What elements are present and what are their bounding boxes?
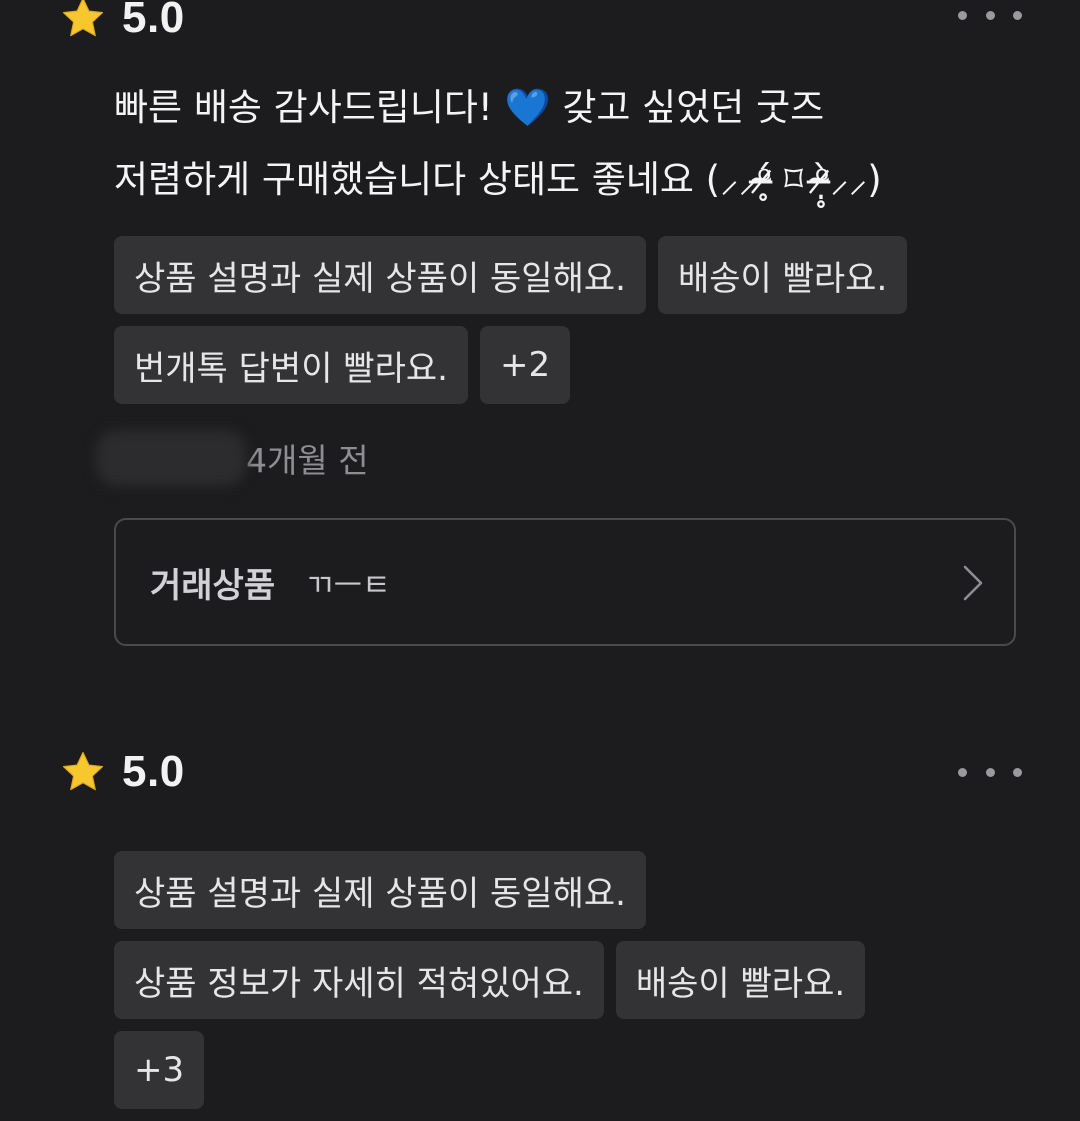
more-dots-icon (958, 767, 967, 777)
reviewer-name-blurred (96, 430, 246, 486)
more-dots-icon (958, 10, 967, 20)
review-tag: 상품 설명과 실제 상품이 동일해요. (114, 851, 646, 929)
more-options-button[interactable] (958, 0, 1022, 30)
chevron-right-icon (963, 565, 983, 601)
star-icon (62, 0, 104, 37)
review-tag: 번개톡 답변이 빨라요. (114, 326, 468, 404)
traded-product-card[interactable]: 거래상품 ㄲㅡㅌ (114, 518, 1016, 646)
review-tag: 배송이 빨라요. (615, 941, 866, 1019)
rating-row: 5.0 (60, 747, 185, 796)
more-tags-button[interactable]: +2 (479, 326, 571, 404)
review-tags: 상품 설명과 실제 상품이 동일해요. 상품 정보가 자세히 적혀있어요. 배송… (114, 851, 1034, 1121)
rating-value: 5.0 (122, 0, 185, 42)
review-tag: 상품 설명과 실제 상품이 동일해요. (114, 236, 646, 314)
rating-value: 5.0 (122, 747, 185, 796)
more-options-button[interactable] (958, 757, 1022, 787)
review-tag: 상품 정보가 자세히 적혀있어요. (114, 941, 604, 1019)
review-time: 4개월 전 (246, 441, 369, 480)
review-text-line: 저렴하게 구매했습니다 상태도 좋네요 (⸝⸝ᵒ̴̶̷̥́ ⌑ ᵒ̴̶̷̣̥̀⸝… (114, 158, 882, 201)
review-text: 빠른 배송 감사드립니다! 💙 갖고 싶었던 굿즈 저렴하게 구매했습니다 상태… (114, 72, 1014, 216)
review-tag: 배송이 빨라요. (657, 236, 908, 314)
more-tags-button[interactable]: +3 (114, 1031, 205, 1109)
product-card-label: 거래상품 (150, 565, 276, 606)
review-tags: 상품 설명과 실제 상품이 동일해요. 배송이 빨라요. 번개톡 답변이 빨라요… (114, 236, 1034, 416)
review-meta: 4개월 전 (96, 430, 369, 486)
product-name: ㄲㅡㅌ (305, 567, 391, 604)
rating-row: 5.0 (60, 0, 185, 42)
star-icon (62, 751, 104, 791)
review-text-line: 빠른 배송 감사드립니다! 💙 갖고 싶었던 굿즈 (114, 86, 825, 129)
